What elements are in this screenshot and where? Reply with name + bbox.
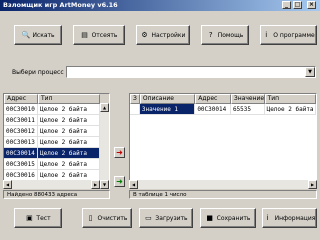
settings-icon: ⚙ [141, 31, 148, 39]
type-cell[interactable]: Целое 2 байта [38, 137, 100, 148]
scroll-left-icon[interactable]: ◀ [129, 180, 138, 189]
found-status: Найдено 880433 адреса [3, 190, 110, 199]
table-header: Адрес Тип [4, 94, 109, 104]
info-icon: i [266, 214, 269, 222]
column-header[interactable]: Адрес [195, 94, 231, 104]
table-header: З Описание Адрес Значение Тип [130, 94, 316, 104]
address-cell[interactable]: 00C30010 [4, 104, 38, 115]
saved-table-hscrollbar[interactable]: ◀ ▶ [129, 180, 317, 189]
table-row[interactable]: Значение 1 00C30014 65535 Целое 2 байта [130, 104, 316, 115]
scroll-down-icon[interactable]: ▼ [100, 180, 109, 189]
process-label: Выбери процесс [12, 69, 64, 76]
table-row[interactable]: 00C30015 Целое 2 байта [4, 159, 109, 170]
type-cell[interactable]: Целое 2 байта [38, 126, 100, 137]
test-icon: ▣ [26, 214, 33, 222]
search-icon: 🔍 [21, 31, 31, 39]
address-cell[interactable]: 00C30012 [4, 126, 38, 137]
open-icon: ▭ [145, 214, 152, 222]
type-cell[interactable]: Целое 2 байта [38, 115, 100, 126]
table-row[interactable]: 00C30011 Целое 2 байта [4, 115, 109, 126]
table-row[interactable]: 00C30014 Целое 2 байта [4, 148, 109, 159]
scroll-right-icon[interactable]: ▶ [91, 180, 100, 189]
settings-button[interactable]: ⚙ Настройки [136, 25, 190, 45]
about-button[interactable]: i О программе [260, 25, 317, 45]
save-icon: ■ [206, 214, 213, 222]
type-cell[interactable]: Целое 2 байта [38, 148, 100, 159]
chevron-down-icon[interactable]: ▼ [305, 67, 315, 77]
column-header[interactable]: Тип [38, 94, 100, 104]
address-table-scrollbar[interactable]: ▲ ▼ [100, 103, 109, 189]
add-to-table-button[interactable]: ➜ [114, 147, 125, 158]
minimize-icon[interactable]: _ [282, 1, 291, 9]
scroll-left-icon[interactable]: ◀ [3, 180, 12, 189]
maximize-icon[interactable]: □ [293, 1, 302, 9]
window-title: Взломщик игр ArtMoney v6.16 [3, 1, 118, 9]
filter-icon: ▤ [81, 31, 88, 39]
saved-table[interactable]: З Описание Адрес Значение Тип Значение 1… [129, 93, 317, 189]
save-button[interactable]: ■ Сохранить [200, 208, 256, 228]
search-button[interactable]: 🔍 Искать [14, 25, 62, 45]
help-button[interactable]: ? Помощь [201, 25, 249, 45]
column-header[interactable]: Описание [139, 94, 196, 104]
scroll-right-icon[interactable]: ▶ [308, 180, 317, 189]
help-icon: ? [208, 31, 213, 39]
address-cell[interactable]: 00C30011 [4, 115, 38, 126]
column-header[interactable]: Адрес [4, 94, 38, 104]
move-button[interactable]: ➜ [114, 176, 125, 187]
title-bar: Взломщик игр ArtMoney v6.16 _ □ × [0, 0, 320, 11]
address-cell[interactable]: 00C30013 [4, 137, 38, 148]
column-header[interactable]: Тип [264, 94, 316, 104]
clear-icon: ▯ [88, 214, 93, 222]
table-status: В таблице 1 число [129, 190, 317, 199]
column-header[interactable]: Значение [230, 94, 265, 104]
table-row[interactable]: 00C30013 Целое 2 байта [4, 137, 109, 148]
address-table-hscrollbar[interactable]: ◀ ▶ [3, 180, 100, 189]
scroll-up-icon[interactable]: ▲ [100, 103, 109, 112]
test-button[interactable]: ▣ Тест [14, 208, 62, 228]
address-cell[interactable]: 00C30015 [4, 159, 38, 170]
address-table[interactable]: Адрес Тип 00C30010 Целое 2 байта 00C30011 Ц… [3, 93, 110, 189]
info-button[interactable]: i Информация [262, 208, 317, 228]
address-cell[interactable]: 00C30014 [4, 148, 38, 159]
info-icon: i [265, 31, 268, 39]
type-cell[interactable]: Целое 2 байта [38, 159, 100, 170]
process-select[interactable]: ▼ [66, 66, 316, 78]
column-header[interactable]: З [130, 94, 140, 104]
table-row[interactable]: 00C30010 Целое 2 байта [4, 104, 109, 115]
close-icon[interactable]: × [307, 1, 316, 9]
load-button[interactable]: ▭ Загрузить [139, 208, 193, 228]
filter-button[interactable]: ▤ Отсеять [73, 25, 125, 45]
clear-button[interactable]: ▯ Очистить [82, 208, 132, 228]
table-row[interactable]: 00C30012 Целое 2 байта [4, 126, 109, 137]
type-cell[interactable]: Целое 2 байта [38, 104, 100, 115]
